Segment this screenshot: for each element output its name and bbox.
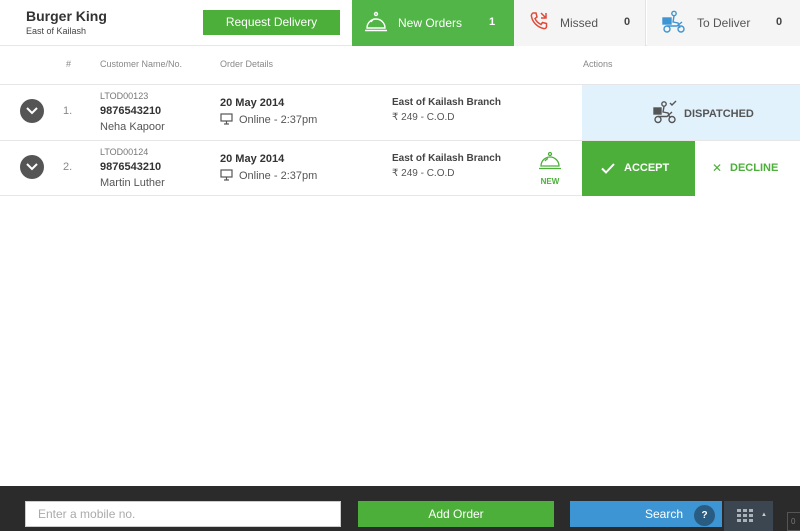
tab-new-orders[interactable]: New Orders 1 <box>352 0 514 46</box>
column-header-details: Order Details <box>220 59 274 69</box>
order-id: LTOD00123 <box>100 91 149 101</box>
missed-call-icon <box>528 10 550 37</box>
monitor-icon <box>220 113 239 126</box>
order-mode: Online - 2:37pm <box>220 169 317 182</box>
tab-to-deliver-count: 0 <box>776 16 783 28</box>
order-row: 1. LTOD00123 9876543210 Neha Kapoor 20 M… <box>0 84 800 140</box>
app-header: Burger King East of Kailash Request Deli… <box>0 0 800 46</box>
add-order-button[interactable]: Add Order <box>358 501 554 527</box>
search-label: Search <box>645 507 684 521</box>
order-price: ₹ 249 - C.O.D <box>392 112 455 123</box>
order-mode-text: Online - 2:37pm <box>239 114 318 126</box>
corner-counter: 0 <box>787 512 800 531</box>
expand-chevron-button[interactable] <box>20 99 44 123</box>
order-price: ₹ 249 - C.O.D <box>392 168 455 179</box>
accept-label: ACCEPT <box>624 162 670 174</box>
tab-missed-label: Missed <box>560 16 599 30</box>
order-mode-text: Online - 2:37pm <box>239 170 318 182</box>
bottom-toolbar: Add Order Search ? ▲ 0 <box>0 486 800 531</box>
order-mode: Online - 2:37pm <box>220 113 317 126</box>
brand-location: East of Kailash <box>26 26 87 36</box>
order-branch: East of Kailash Branch <box>392 153 501 164</box>
brand: Burger King East of Kailash <box>26 8 107 36</box>
order-index: 1. <box>63 105 73 117</box>
customer-phone: 9876543210 <box>100 105 162 117</box>
tab-new-orders-count: 1 <box>489 16 496 28</box>
order-row: 2. LTOD00124 9876543210 Martin Luther 20… <box>0 140 800 196</box>
mobile-number-input[interactable] <box>25 501 341 527</box>
caret-up-icon: ▲ <box>761 512 767 518</box>
tab-missed-count: 0 <box>624 16 631 28</box>
column-header-index: # <box>66 59 72 69</box>
tab-to-deliver-label: To Deliver <box>697 16 751 30</box>
column-header-actions: Actions <box>583 59 613 69</box>
tab-new-orders-label: New Orders <box>398 16 463 30</box>
delivery-scooter-icon <box>661 10 687 39</box>
order-date: 20 May 2014 <box>220 97 285 109</box>
accept-button[interactable]: ACCEPT <box>582 141 695 196</box>
cloche-icon <box>538 151 562 175</box>
new-order-badge: NEW <box>536 151 564 186</box>
new-badge-label: NEW <box>540 177 560 186</box>
order-branch: East of Kailash Branch <box>392 97 501 108</box>
customer-name: Martin Luther <box>100 177 165 189</box>
dispatched-status: DISPATCHED <box>582 85 800 140</box>
decline-button[interactable]: ✕ DECLINE <box>695 141 800 196</box>
monitor-icon <box>220 169 239 182</box>
expand-chevron-button[interactable] <box>20 155 44 179</box>
tab-missed[interactable]: Missed 0 <box>514 0 646 46</box>
order-index: 2. <box>63 161 73 173</box>
grid-menu-button[interactable]: ▲ <box>724 501 773 531</box>
close-icon: ✕ <box>712 161 723 175</box>
order-date: 20 May 2014 <box>220 153 285 165</box>
request-delivery-button[interactable]: Request Delivery <box>203 10 340 35</box>
tab-to-deliver[interactable]: To Deliver 0 <box>647 0 800 46</box>
column-header-customer: Customer Name/No. <box>100 59 183 69</box>
help-icon[interactable]: ? <box>694 505 715 526</box>
brand-name: Burger King <box>26 8 107 24</box>
cloche-icon <box>364 10 388 39</box>
order-id: LTOD00124 <box>100 147 149 157</box>
customer-phone: 9876543210 <box>100 161 162 173</box>
dispatched-label: DISPATCHED <box>684 108 754 120</box>
decline-label: DECLINE <box>730 162 779 174</box>
customer-name: Neha Kapoor <box>100 121 165 133</box>
